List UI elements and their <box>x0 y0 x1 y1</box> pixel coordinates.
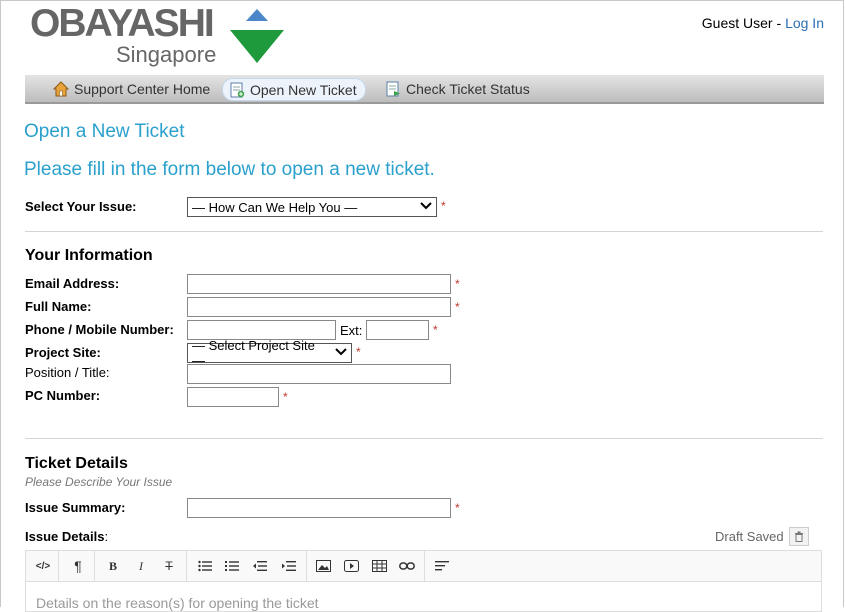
outdent-icon[interactable] <box>251 558 269 574</box>
position-label: Position / Title: <box>25 365 110 380</box>
nav-support-home[interactable]: Support Center Home <box>47 78 218 99</box>
editor-placeholder: Details on the reason(s) for opening the… <box>36 595 319 611</box>
project-site-label: Project Site: <box>25 345 101 360</box>
issue-details-editor[interactable]: Details on the reason(s) for opening the… <box>25 582 822 612</box>
chevron-down-icon <box>420 201 432 213</box>
position-field[interactable] <box>187 364 451 384</box>
toolbar-separator <box>186 551 187 581</box>
logo-subtitle: Singapore <box>116 42 217 67</box>
divider <box>25 438 823 439</box>
required-marker: * <box>455 501 460 515</box>
new-ticket-icon <box>229 82 245 98</box>
code-view-icon[interactable]: </> <box>34 558 52 574</box>
required-marker: * <box>283 390 288 404</box>
full-name-label: Full Name: <box>25 299 92 314</box>
toolbar-separator <box>424 551 425 581</box>
required-marker: * <box>455 300 460 314</box>
ext-field[interactable] <box>366 320 429 340</box>
toolbar-separator <box>58 551 59 581</box>
nav-check-status-label: Check Ticket Status <box>406 80 530 97</box>
login-link[interactable]: Log In <box>785 15 824 31</box>
editor-toolbar: </> ¶ B I T <box>25 550 822 582</box>
main-nav: Support Center Home Open New Ticket Chec… <box>25 75 824 104</box>
issue-details-label: Issue Details: <box>25 529 108 544</box>
issue-summary-label: Issue Summary: <box>25 500 126 515</box>
phone-field[interactable] <box>187 320 336 340</box>
indent-icon[interactable] <box>280 558 298 574</box>
chevron-down-icon <box>335 347 347 359</box>
nav-check-status[interactable]: Check Ticket Status <box>379 78 538 99</box>
project-site-select[interactable]: — Select Project Site — <box>187 338 352 368</box>
pc-number-label: PC Number: <box>25 388 101 403</box>
issue-select-value: — How Can We Help You — <box>192 199 358 215</box>
numbered-list-icon[interactable] <box>223 558 241 574</box>
insert-link-icon[interactable] <box>398 558 416 574</box>
email-field[interactable] <box>187 274 451 294</box>
issue-label: Select Your Issue: <box>25 199 137 214</box>
your-information-heading: Your Information <box>25 247 153 264</box>
email-label: Email Address: <box>25 276 120 291</box>
home-icon <box>53 80 69 97</box>
strikethrough-icon[interactable]: T <box>160 558 178 574</box>
insert-video-icon[interactable] <box>342 558 360 574</box>
issue-details-label-text: Issue Details <box>25 529 105 544</box>
toolbar-separator <box>94 551 95 581</box>
full-name-field[interactable] <box>187 297 451 317</box>
nav-open-ticket[interactable]: Open New Ticket <box>222 78 366 101</box>
pc-number-field[interactable] <box>187 387 279 407</box>
issue-select[interactable]: — How Can We Help You — <box>187 197 437 217</box>
insert-image-icon[interactable] <box>314 558 332 574</box>
bold-icon[interactable]: B <box>104 558 122 574</box>
nav-support-home-label: Support Center Home <box>74 80 211 97</box>
required-marker: * <box>455 277 460 291</box>
delete-draft-button[interactable] <box>789 527 809 546</box>
bullet-list-icon[interactable] <box>196 558 214 574</box>
page-subtitle: Please fill in the form below to open a … <box>24 159 435 180</box>
user-separator: - <box>772 15 786 31</box>
italic-icon[interactable]: I <box>132 558 150 574</box>
toolbar-separator <box>306 551 307 581</box>
guest-user-label: Guest User <box>701 15 773 31</box>
ext-label: Ext: <box>340 323 363 338</box>
issue-details-colon: : <box>104 529 109 544</box>
issue-summary-field[interactable] <box>187 498 451 518</box>
check-status-icon <box>385 81 401 97</box>
logo-mark-icon <box>230 9 284 63</box>
required-marker: * <box>433 323 438 337</box>
page-title: Open a New Ticket <box>24 121 185 142</box>
phone-label: Phone / Mobile Number: <box>25 322 174 337</box>
paragraph-format-icon[interactable]: ¶ <box>69 558 87 574</box>
insert-table-icon[interactable] <box>370 558 388 574</box>
draft-saved-status: Draft Saved <box>715 529 784 544</box>
nav-open-ticket-label: Open New Ticket <box>250 81 357 98</box>
trash-icon <box>795 531 803 542</box>
ticket-details-note: Please Describe Your Issue <box>25 475 173 489</box>
logo-name: OBAYASHI <box>30 2 215 45</box>
required-marker: * <box>356 345 361 359</box>
user-area: Guest User - Log In <box>702 15 824 31</box>
align-icon[interactable] <box>433 558 451 574</box>
required-marker: * <box>441 199 446 213</box>
ticket-details-heading: Ticket Details <box>25 455 128 472</box>
divider <box>25 231 823 232</box>
